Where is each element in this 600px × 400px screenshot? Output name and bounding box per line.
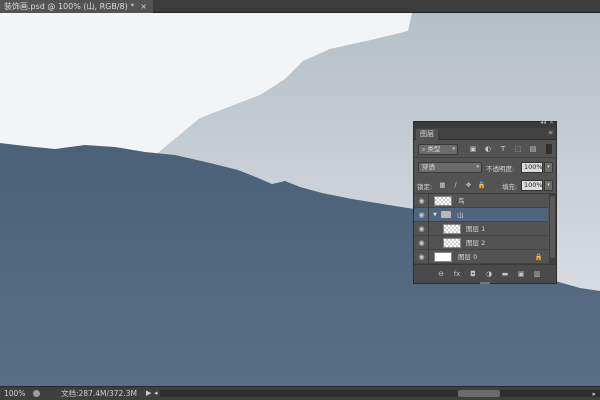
lock-icons: ▦ ∕ ✥ 🔒: [438, 180, 486, 190]
scrollbar-thumb[interactable]: [458, 390, 500, 397]
chevron-down-icon: ▾: [452, 146, 455, 152]
layer-row-layer2[interactable]: ◉ 图层 2: [414, 236, 548, 250]
layer-row-mountain-group[interactable]: ◉ ▼ 山: [414, 208, 548, 222]
status-bar: 100% 文档:287.4M/372.3M ▶ ◂ ▸: [0, 386, 600, 400]
footer-icons: ⊖ fx ◘ ◑ ▬ ▣ ▥: [436, 269, 542, 279]
panel-footer: ⊖ fx ◘ ◑ ▬ ▣ ▥: [414, 264, 556, 284]
layer-thumbnail: [434, 252, 452, 262]
layer-name: 图层 0: [458, 253, 478, 261]
chevron-down-icon: ▾: [476, 164, 479, 170]
navigator-icon[interactable]: [33, 390, 40, 397]
fx-icon[interactable]: fx: [452, 269, 462, 279]
lock-row: 锁定: ▦ ∕ ✥ 🔒 填充: 100% ▾: [414, 177, 556, 194]
layer-row-bird[interactable]: ◉ 鸟: [414, 194, 548, 208]
adjustment-layer-icon[interactable]: ◑: [484, 269, 494, 279]
scroll-right-icon[interactable]: ▸: [592, 388, 596, 400]
fill-label: 填充:: [502, 183, 518, 191]
tab-layers[interactable]: 图层: [416, 129, 438, 140]
divider: [428, 208, 429, 222]
info-menu-arrow-icon[interactable]: ▶: [146, 387, 151, 400]
resize-grip[interactable]: [480, 282, 490, 284]
layer-name: 图层 1: [466, 225, 486, 233]
blend-row: 穿透 ▾ 不透明度: 100% ▾: [414, 159, 556, 176]
filter-kind-select[interactable]: ⌕ 类型 ▾: [418, 144, 458, 155]
document-tab-title: 装饰画.psd @ 100% (山, RGB/8) *: [4, 2, 135, 11]
layer-name: 山: [457, 211, 464, 219]
opacity-label: 不透明度:: [486, 165, 515, 173]
opacity-input[interactable]: 100%: [521, 162, 543, 173]
divider: [428, 222, 429, 236]
type-filter-icon[interactable]: T: [498, 144, 508, 154]
document-info[interactable]: 文档:287.4M/372.3M: [61, 387, 137, 400]
folder-icon: [441, 211, 451, 218]
adjustment-filter-icon[interactable]: ◐: [483, 144, 493, 154]
fill-dropdown-icon[interactable]: ▾: [544, 180, 553, 191]
filter-row: ⌕ 类型 ▾ ▣ ◐ T ⬚ ▤: [414, 141, 556, 158]
divider: [428, 250, 429, 264]
trash-icon[interactable]: ▥: [532, 269, 542, 279]
scrollbar-thumb[interactable]: [550, 196, 555, 258]
layer-list: ◉ 鸟 ◉ ▼ 山 ◉ 图层 1 ◉ 图层 2 ◉ 图层 0 🔒: [414, 194, 556, 264]
pixel-filter-icon[interactable]: ▣: [468, 144, 478, 154]
filter-kind-label: 类型: [427, 145, 441, 153]
lock-transparency-icon[interactable]: ▦: [438, 180, 447, 190]
link-layers-icon[interactable]: ⊖: [436, 269, 446, 279]
divider: [428, 236, 429, 250]
eye-icon[interactable]: ◉: [417, 197, 426, 205]
layer-thumbnail: [443, 224, 461, 234]
lock-all-icon[interactable]: 🔒: [477, 180, 486, 190]
eye-icon[interactable]: ◉: [417, 239, 426, 247]
close-panel-icon[interactable]: ×: [549, 119, 554, 126]
eye-icon[interactable]: ◉: [417, 253, 426, 261]
panel-header: 图层 ≡: [414, 128, 556, 140]
document-tab[interactable]: 装饰画.psd @ 100% (山, RGB/8) * ×: [0, 0, 153, 13]
eye-icon[interactable]: ◉: [417, 211, 426, 219]
lock-position-icon[interactable]: ✥: [464, 180, 473, 190]
eye-icon[interactable]: ◉: [417, 225, 426, 233]
smart-object-filter-icon[interactable]: ▤: [528, 144, 538, 154]
layer-row-layer1[interactable]: ◉ 图层 1: [414, 222, 548, 236]
blend-mode-label: 穿透: [422, 163, 435, 171]
lock-pixels-icon[interactable]: ∕: [451, 180, 460, 190]
lock-label: 锁定:: [417, 183, 433, 191]
layer-thumbnail: [443, 238, 461, 248]
filter-icons: ▣ ◐ T ⬚ ▤: [468, 144, 538, 154]
lock-icon: 🔒: [534, 253, 543, 261]
scroll-left-icon[interactable]: ◂: [154, 387, 158, 400]
photoshop-window: 装饰画.psd @ 100% (山, RGB/8) * × ◂◂ × 图层 ≡ …: [0, 0, 600, 400]
layer-row-layer0[interactable]: ◉ 图层 0 🔒: [414, 250, 548, 264]
layers-panel: ◂◂ × 图层 ≡ ⌕ 类型 ▾ ▣ ◐ T ⬚ ▤ 穿透 ▾ 不透明度: 10…: [413, 119, 557, 284]
twirl-down-icon[interactable]: ▼: [433, 211, 437, 219]
filter-toggle[interactable]: [546, 144, 552, 154]
close-tab-icon[interactable]: ×: [140, 0, 147, 13]
panel-menu-icon[interactable]: ≡: [548, 129, 553, 136]
layer-name: 图层 2: [466, 239, 486, 247]
new-layer-icon[interactable]: ▣: [516, 269, 526, 279]
collapse-panel-icon[interactable]: ◂◂: [540, 119, 546, 126]
document-tab-bar: 装饰画.psd @ 100% (山, RGB/8) * ×: [0, 0, 600, 13]
add-mask-icon[interactable]: ◘: [468, 269, 478, 279]
layer-thumbnail: [434, 196, 452, 206]
zoom-level[interactable]: 100%: [4, 387, 25, 400]
fill-input[interactable]: 100%: [521, 180, 543, 191]
layer-name: 鸟: [458, 197, 465, 205]
horizontal-scrollbar[interactable]: ▸: [160, 388, 600, 400]
shape-filter-icon[interactable]: ⬚: [513, 144, 523, 154]
opacity-dropdown-icon[interactable]: ▾: [544, 162, 553, 173]
divider: [428, 194, 429, 208]
blend-mode-select[interactable]: 穿透 ▾: [418, 162, 482, 173]
new-group-icon[interactable]: ▬: [500, 269, 510, 279]
layer-list-scrollbar[interactable]: [549, 194, 556, 264]
search-icon: ⌕: [422, 146, 426, 153]
